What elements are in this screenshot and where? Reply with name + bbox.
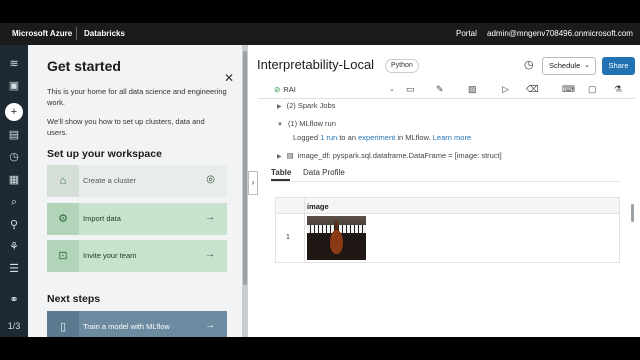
schedule-button[interactable]: Schedule ⌄: [542, 57, 596, 75]
spark-jobs-toggle[interactable]: ▶ (2) Spark Jobs: [277, 101, 335, 110]
history-icon[interactable]: ◷: [5, 148, 23, 166]
arrow-right-icon: →: [205, 212, 215, 223]
azure-brand[interactable]: Microsoft Azure: [12, 29, 72, 38]
logged-mid: to an: [339, 133, 357, 142]
gear-icon: ⚙: [47, 203, 79, 235]
edit-icon[interactable]: ✎: [436, 84, 444, 95]
page-counter: 1/3: [7, 321, 21, 331]
result-table: image 1: [275, 197, 620, 263]
revision-history-icon[interactable]: ◷: [524, 58, 534, 71]
check-circle-icon: ◎: [206, 174, 215, 185]
cluster-icon: ⌂: [47, 165, 79, 197]
arrow-right-icon: →: [205, 320, 215, 331]
logged-suffix: in MLflow.: [397, 133, 431, 142]
search-icon[interactable]: ⌕: [5, 193, 23, 211]
image-thumbnail[interactable]: [307, 216, 366, 260]
models-icon[interactable]: ⚘: [5, 238, 23, 256]
chevron-down-icon: ⌄: [584, 62, 590, 69]
schedule-label: Schedule: [549, 61, 581, 70]
close-icon[interactable]: ✕: [224, 71, 234, 85]
file-icon[interactable]: ▭: [406, 84, 415, 95]
top-bar: Microsoft Azure Databricks Portal admin@…: [0, 23, 640, 45]
notebook-title[interactable]: Interpretability-Local: [257, 57, 374, 72]
get-started-intro-2: We'll show you how to set up clusters, d…: [47, 117, 205, 137]
column-header-image[interactable]: image: [307, 202, 329, 211]
tab-data-profile[interactable]: Data Profile: [303, 168, 345, 177]
share-button[interactable]: Share: [602, 57, 635, 75]
dataframe-schema: image_df: pyspark.sql.dataframe.DataFram…: [297, 151, 502, 160]
lock-icon: ⊡: [47, 240, 79, 272]
app-window: Microsoft Azure Databricks Portal admin@…: [0, 23, 640, 337]
comment-icon[interactable]: ▢: [588, 84, 597, 95]
notebook-icon[interactable]: ▣: [5, 77, 23, 95]
data-icon[interactable]: ▦: [5, 171, 23, 189]
run-icon[interactable]: ▷: [502, 84, 509, 95]
setup-heading: Set up your workspace: [47, 148, 162, 160]
mlflow-logged-text: Logged 1 run to an experiment in MLflow.…: [293, 133, 471, 142]
create-cluster-card[interactable]: ⌂ Create a cluster ◎: [47, 165, 227, 197]
caret-right-icon: ▶: [277, 104, 282, 110]
user-account[interactable]: admin@mngenv708496.onmicrosoft.com: [487, 29, 633, 38]
databricks-product: Databricks: [84, 29, 125, 38]
card-label: Invite your team: [83, 251, 137, 260]
layers-icon[interactable]: ≋: [5, 55, 23, 73]
notebook-scrollbar[interactable]: [630, 101, 635, 315]
partner-icon[interactable]: ⚭: [5, 291, 23, 309]
dataframe-schema-toggle[interactable]: ▶ ▤ image_df: pyspark.sql.dataframe.DataFr…: [277, 151, 502, 160]
tabs-divider: [271, 181, 621, 182]
notebook-toolbar: ⊘ RAI ⌄ ▭ ✎ ▨ ▷ ⌫ ⌨ ▢ ⚗: [258, 81, 635, 99]
get-started-title: Get started: [47, 58, 121, 74]
get-started-panel: ✕ Get started This is your home for all …: [28, 45, 242, 337]
sidebar-rail: ≋ ▣ + ▤ ◷ ▦ ⌕ ⚲ ⚘ ☰ ⚭ 1/3: [0, 45, 28, 337]
experiment-link[interactable]: experiment: [358, 133, 395, 142]
cluster-selector[interactable]: ⊘ RAI: [274, 85, 296, 94]
scrollbar-thumb[interactable]: [243, 51, 247, 285]
language-badge[interactable]: Python: [385, 59, 419, 73]
learn-more-link[interactable]: Learn more: [433, 133, 471, 142]
run-link[interactable]: 1 run: [320, 133, 337, 142]
arrow-right-icon: →: [205, 249, 215, 260]
logged-prefix: Logged: [293, 133, 319, 142]
index-column-divider: [304, 198, 305, 262]
add-icon[interactable]: +: [5, 103, 23, 121]
tab-table[interactable]: Table: [271, 168, 291, 177]
import-data-card[interactable]: ⚙ Import data →: [47, 203, 227, 235]
portal-link[interactable]: Portal: [456, 29, 477, 38]
notebook-icon: ▯: [47, 311, 79, 337]
clear-icon[interactable]: ⌫: [526, 84, 539, 95]
table-icon: ▤: [286, 151, 294, 160]
topbar-divider: [76, 27, 77, 40]
next-steps-heading: Next steps: [47, 293, 101, 305]
train-model-card[interactable]: ▯ Train a model with MLflow →: [47, 311, 227, 337]
table-header: image: [276, 198, 619, 214]
row-index: 1: [286, 234, 290, 241]
invite-team-card[interactable]: ⊡ Invite your team →: [47, 240, 227, 272]
spark-jobs-label: (2) Spark Jobs: [286, 101, 336, 110]
card-label: Train a model with MLflow: [83, 322, 170, 331]
clusters-icon[interactable]: ⚲: [5, 216, 23, 234]
mlflow-run-toggle[interactable]: ▼ (1) MLflow run: [277, 119, 336, 128]
card-label: Import data: [83, 214, 121, 223]
scrollbar-thumb[interactable]: [631, 204, 634, 222]
get-started-intro: This is your home for all data science a…: [47, 87, 227, 107]
cluster-name: RAI: [283, 85, 296, 94]
caret-right-icon: ▶: [277, 154, 282, 160]
thumbnail-violin: [330, 230, 343, 254]
card-label: Create a cluster: [83, 176, 136, 185]
image-icon[interactable]: ▨: [468, 84, 477, 95]
chevron-down-icon[interactable]: ⌄: [389, 85, 395, 93]
mlflow-run-label: (1) MLflow run: [287, 119, 336, 128]
experiment-icon[interactable]: ⚗: [614, 84, 622, 95]
jobs-icon[interactable]: ☰: [5, 260, 23, 278]
status-dot-icon: ⊘: [274, 85, 281, 94]
collapse-panel-button[interactable]: ›: [248, 171, 258, 195]
workspace-icon[interactable]: ▤: [5, 126, 23, 144]
caret-down-icon: ▼: [277, 122, 283, 128]
keyboard-icon[interactable]: ⌨: [562, 84, 575, 95]
